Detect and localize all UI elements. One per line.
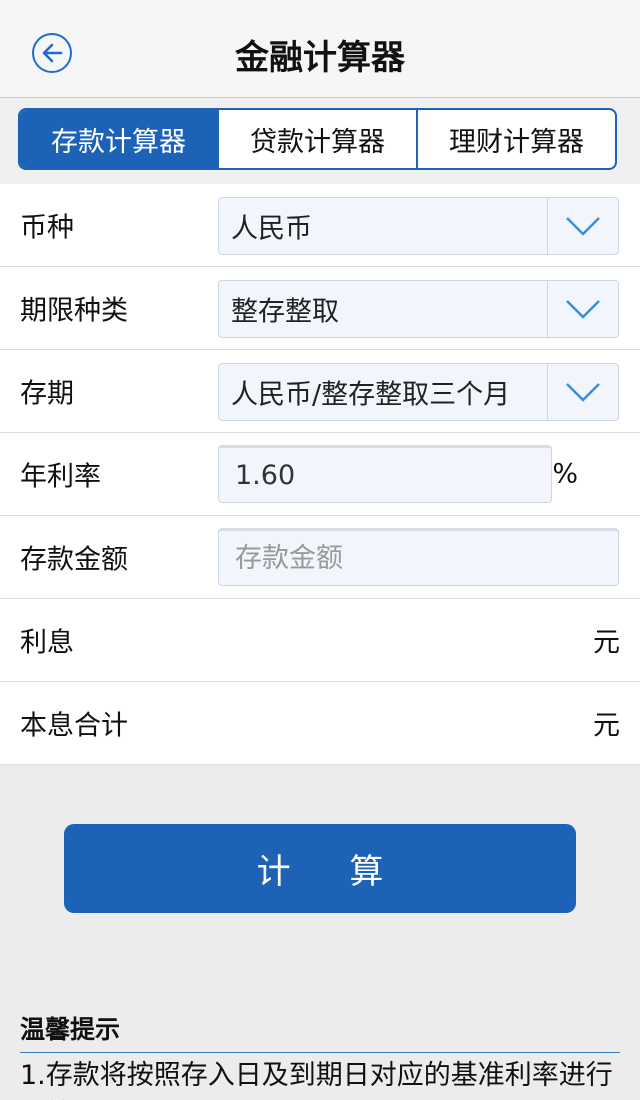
currency-value: 人民币	[231, 213, 312, 245]
currency-label: 币种	[20, 212, 74, 244]
period-row: 存期 人民币/整存整取三个月	[0, 350, 640, 433]
currency-select[interactable]: 人民币	[218, 197, 619, 255]
tips-line: 1.存款将按照存入日及到期日对应的基准利率进行计算	[20, 1060, 613, 1100]
interest-unit: 元	[593, 627, 620, 659]
chevron-down-icon	[547, 281, 618, 337]
term-type-value: 整存整取	[231, 296, 339, 328]
rate-input[interactable]	[218, 445, 552, 503]
total-row: 本息合计 元	[0, 682, 640, 765]
calculator-tab-bar: 存款计算器 贷款计算器 理财计算器	[0, 98, 640, 184]
amount-row: 存款金额	[0, 516, 640, 599]
amount-label: 存款金额	[20, 544, 128, 576]
tab-loan-calculator[interactable]: 贷款计算器	[217, 110, 416, 168]
chevron-down-icon	[547, 364, 618, 420]
rate-label: 年利率	[20, 461, 101, 493]
interest-label: 利息	[20, 627, 74, 659]
term-type-label: 期限种类	[20, 295, 128, 327]
total-unit: 元	[593, 710, 620, 742]
page-title: 金融计算器	[235, 38, 405, 78]
period-value: 人民币/整存整取三个月	[231, 379, 511, 411]
rate-unit: %	[552, 458, 578, 490]
app-header: 金融计算器	[0, 0, 640, 98]
tips-section: 温馨提示 1.存款将按照存入日及到期日对应的基准利率进行计算	[0, 1010, 640, 1100]
period-select[interactable]: 人民币/整存整取三个月	[218, 363, 619, 421]
deposit-form: 币种 人民币 期限种类 整存整取 存期 人民币/整存整取三个月 年利率 %	[0, 184, 640, 765]
tab-deposit-calculator[interactable]: 存款计算器	[20, 110, 217, 168]
rate-row: 年利率 %	[0, 433, 640, 516]
calculate-button[interactable]: 计 算	[64, 824, 576, 913]
total-label: 本息合计	[20, 710, 128, 742]
deposit-amount-input[interactable]	[218, 528, 619, 586]
term-type-select[interactable]: 整存整取	[218, 280, 619, 338]
tips-title: 温馨提示	[20, 1010, 620, 1053]
term-type-row: 期限种类 整存整取	[0, 267, 640, 350]
period-label: 存期	[20, 378, 74, 410]
interest-row: 利息 元	[0, 599, 640, 682]
chevron-down-icon	[547, 198, 618, 254]
tab-wealth-calculator[interactable]: 理财计算器	[416, 110, 615, 168]
calculator-tabs: 存款计算器 贷款计算器 理财计算器	[18, 108, 617, 170]
currency-row: 币种 人民币	[0, 184, 640, 267]
